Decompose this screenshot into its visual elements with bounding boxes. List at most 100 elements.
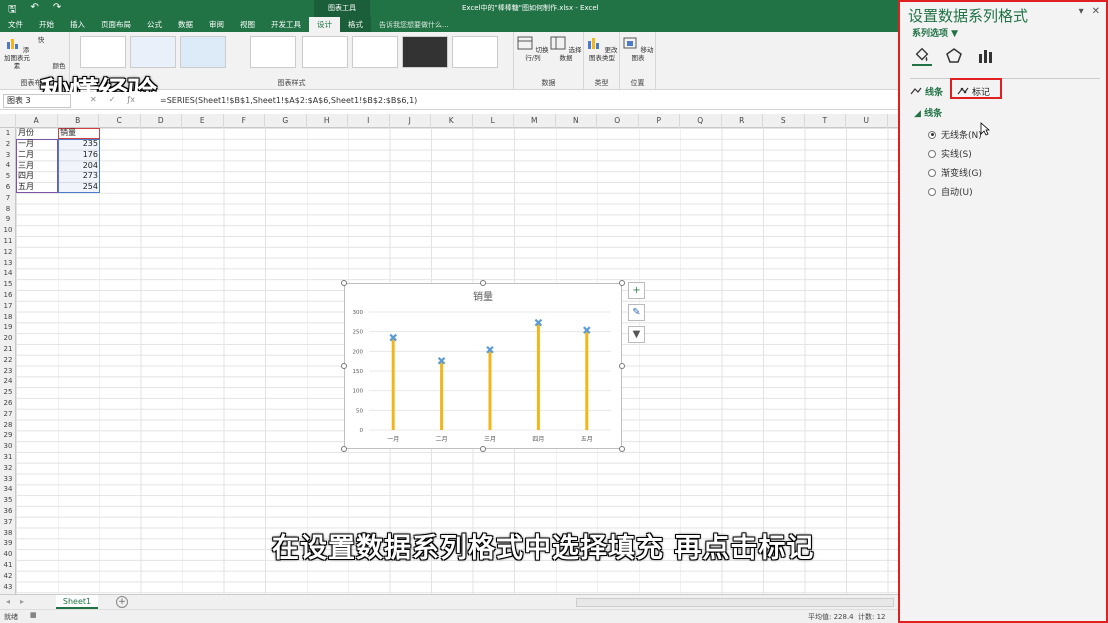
- row-header[interactable]: 9: [0, 214, 16, 225]
- tab-insert[interactable]: 插入: [62, 17, 93, 32]
- effects-icon[interactable]: [944, 46, 964, 66]
- chart-filters-button[interactable]: ▼: [628, 326, 645, 343]
- column-header[interactable]: R: [722, 114, 763, 128]
- tab-file[interactable]: 文件: [0, 17, 31, 32]
- column-header[interactable]: F: [224, 114, 265, 128]
- resize-handle[interactable]: [619, 363, 625, 369]
- row-header[interactable]: 17: [0, 301, 16, 312]
- row-header[interactable]: 21: [0, 344, 16, 355]
- row-header[interactable]: 6: [0, 182, 16, 193]
- row-header[interactable]: 38: [0, 528, 16, 539]
- fill-line-icon[interactable]: [912, 46, 932, 66]
- column-header[interactable]: N: [556, 114, 597, 128]
- row-header[interactable]: 29: [0, 430, 16, 441]
- row-header[interactable]: 7: [0, 193, 16, 204]
- cell-value[interactable]: 235: [60, 139, 98, 150]
- confirm-icon[interactable]: ✓: [109, 95, 116, 104]
- cell-value[interactable]: 273: [60, 171, 98, 182]
- cell-value[interactable]: 176: [60, 150, 98, 161]
- resize-handle[interactable]: [480, 280, 486, 286]
- row-header[interactable]: 5: [0, 171, 16, 182]
- tab-data[interactable]: 数据: [170, 17, 201, 32]
- column-header[interactable]: P: [639, 114, 680, 128]
- row-header[interactable]: 19: [0, 322, 16, 333]
- row-header[interactable]: 36: [0, 506, 16, 517]
- cell-value[interactable]: 204: [60, 161, 98, 172]
- pane-options-icon[interactable]: ▾: [1079, 6, 1084, 17]
- sheet-tab-sheet1[interactable]: Sheet1: [56, 595, 98, 609]
- switch-row-column-button[interactable]: 切换行/列: [516, 36, 550, 62]
- cell-a1[interactable]: 月份: [18, 128, 34, 139]
- formula-input[interactable]: =SERIES(Sheet1!$B$1,Sheet1!$A$2:$A$6,She…: [160, 96, 417, 105]
- close-icon[interactable]: ✕: [1092, 6, 1100, 17]
- row-header[interactable]: 34: [0, 484, 16, 495]
- row-header[interactable]: 10: [0, 225, 16, 236]
- row-header[interactable]: 27: [0, 409, 16, 420]
- tab-page-layout[interactable]: 页面布局: [93, 17, 139, 32]
- name-box[interactable]: 图表 3: [3, 94, 71, 108]
- row-header[interactable]: 43: [0, 582, 16, 593]
- chart-elements-button[interactable]: +: [628, 282, 645, 299]
- column-header[interactable]: U: [846, 114, 888, 128]
- row-header[interactable]: 40: [0, 549, 16, 560]
- chart-style-1[interactable]: [80, 36, 126, 68]
- horizontal-scrollbar[interactable]: [576, 598, 894, 607]
- row-header[interactable]: 1: [0, 128, 16, 139]
- tab-home[interactable]: 开始: [31, 17, 62, 32]
- row-header[interactable]: 30: [0, 441, 16, 452]
- column-header[interactable]: T: [805, 114, 846, 128]
- cell-b1[interactable]: 销量: [60, 128, 76, 139]
- add-sheet-button[interactable]: +: [116, 596, 128, 608]
- subtab-line[interactable]: 线条: [910, 84, 943, 98]
- macro-record-icon[interactable]: ▦: [30, 611, 37, 619]
- column-header[interactable]: Q: [680, 114, 722, 128]
- row-header[interactable]: 18: [0, 312, 16, 323]
- radio-no-line[interactable]: 无线条(N): [928, 128, 982, 141]
- resize-handle[interactable]: [619, 446, 625, 452]
- tab-view[interactable]: 视图: [232, 17, 263, 32]
- tab-developer[interactable]: 开发工具: [263, 17, 309, 32]
- row-header[interactable]: 8: [0, 204, 16, 215]
- row-header[interactable]: 26: [0, 398, 16, 409]
- row-header[interactable]: 13: [0, 258, 16, 269]
- chart-style-5[interactable]: [302, 36, 348, 68]
- select-data-button[interactable]: 选择数据: [550, 36, 582, 62]
- column-header[interactable]: A: [16, 114, 58, 128]
- function-icon[interactable]: ƒx: [127, 95, 135, 104]
- resize-handle[interactable]: [341, 363, 347, 369]
- chart[interactable]: 销量 0 50 100 150 200 250 300 一月 二月 三月 四月 五月: [344, 283, 622, 449]
- change-chart-type-button[interactable]: 更改图表类型: [586, 36, 618, 62]
- row-header[interactable]: 15: [0, 279, 16, 290]
- column-header[interactable]: K: [431, 114, 473, 128]
- cancel-icon[interactable]: ✕: [90, 95, 97, 104]
- row-header[interactable]: 25: [0, 387, 16, 398]
- column-header[interactable]: H: [307, 114, 348, 128]
- scroll-tabs-left-icon[interactable]: ◂: [6, 597, 10, 606]
- row-header[interactable]: 33: [0, 474, 16, 485]
- cell-value[interactable]: 254: [60, 182, 98, 193]
- row-header[interactable]: 23: [0, 366, 16, 377]
- chart-style-2[interactable]: [130, 36, 176, 68]
- row-header[interactable]: 35: [0, 495, 16, 506]
- column-header[interactable]: J: [390, 114, 431, 128]
- row-header[interactable]: 32: [0, 463, 16, 474]
- tab-formulas[interactable]: 公式: [139, 17, 170, 32]
- column-header[interactable]: E: [182, 114, 224, 128]
- row-header[interactable]: 39: [0, 538, 16, 549]
- column-header[interactable]: S: [763, 114, 805, 128]
- column-header[interactable]: C: [99, 114, 141, 128]
- cell-month[interactable]: 三月: [18, 161, 34, 172]
- column-header[interactable]: G: [265, 114, 307, 128]
- row-header[interactable]: 24: [0, 376, 16, 387]
- column-header[interactable]: O: [597, 114, 639, 128]
- section-line[interactable]: ◢ 线条: [914, 106, 942, 119]
- quick-layout-button[interactable]: 快: [34, 36, 48, 44]
- row-header[interactable]: 37: [0, 517, 16, 528]
- cell-month[interactable]: 五月: [18, 182, 34, 193]
- row-header[interactable]: 12: [0, 247, 16, 258]
- column-header[interactable]: M: [514, 114, 556, 128]
- radio-solid-line[interactable]: 实线(S): [928, 147, 972, 160]
- row-header[interactable]: 20: [0, 333, 16, 344]
- radio-gradient-line[interactable]: 渐变线(G): [928, 166, 982, 179]
- tell-me-box[interactable]: 告诉我您想要做什么...: [379, 20, 449, 30]
